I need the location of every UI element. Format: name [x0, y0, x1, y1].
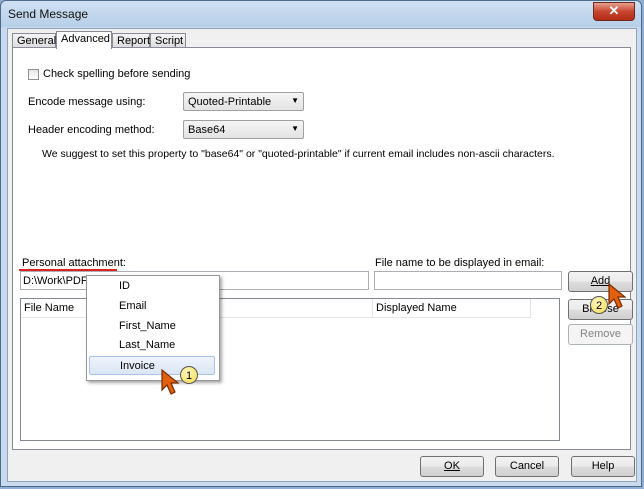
remove-button: Remove	[568, 324, 633, 345]
cursor-icon	[161, 368, 180, 395]
tab-advanced[interactable]: Advanced	[56, 31, 112, 49]
encode-select[interactable]: Quoted-Printable ▼	[183, 92, 304, 111]
attachment-label: Personal attachment:	[22, 257, 126, 269]
header-encoding-label: Header encoding method:	[28, 124, 155, 136]
close-button[interactable]: ✕	[593, 2, 635, 21]
close-icon: ✕	[608, 3, 620, 18]
step-badge-2: 2	[590, 296, 608, 314]
help-button-label: Help	[591, 460, 615, 472]
spellcheck-checkbox[interactable]	[28, 69, 39, 80]
window-title: Send Message	[8, 7, 89, 21]
cursor-icon	[608, 282, 627, 309]
chevron-down-icon: ▼	[291, 124, 299, 133]
dialog-client: General Advanced Report Script Check spe…	[7, 28, 637, 482]
ok-button-label: OK	[444, 460, 460, 472]
menu-item-id[interactable]: ID	[89, 277, 215, 296]
help-button[interactable]: Help	[571, 456, 635, 477]
display-name-label: File name to be displayed in email:	[375, 257, 545, 269]
menu-item-email[interactable]: Email	[89, 297, 215, 316]
header-encoding-select[interactable]: Base64 ▼	[183, 120, 304, 139]
tab-report[interactable]: Report	[112, 33, 150, 48]
ok-button[interactable]: OK	[420, 456, 484, 477]
tab-general[interactable]: General	[12, 33, 56, 48]
title-bar: Send Message ✕	[1, 1, 641, 27]
menu-item-last-name[interactable]: Last_Name	[89, 336, 215, 355]
cancel-button-label: Cancel	[509, 460, 545, 472]
spellcheck-label: Check spelling before sending	[43, 68, 191, 80]
remove-button-label: Remove	[580, 328, 621, 340]
encode-label: Encode message using:	[28, 96, 146, 108]
encoding-hint: We suggest to set this property to "base…	[42, 148, 555, 160]
step-badge-1: 1	[180, 366, 198, 384]
menu-item-first-name[interactable]: First_Name	[89, 317, 215, 336]
send-message-window: Send Message ✕ General Advanced Report S…	[0, 0, 642, 487]
chevron-down-icon: ▼	[291, 96, 299, 105]
header-encoding-value: Base64	[188, 124, 226, 136]
cancel-button[interactable]: Cancel	[495, 456, 559, 477]
column-displayed-name[interactable]: Displayed Name	[373, 299, 531, 317]
display-name-input[interactable]	[374, 271, 562, 290]
field-insert-menu: ID Email First_Name Last_Name Invoice	[86, 275, 220, 381]
encode-value: Quoted-Printable	[188, 96, 272, 108]
advanced-panel: Check spelling before sending Encode mes…	[12, 47, 633, 450]
tab-script[interactable]: Script	[150, 33, 186, 48]
attachment-path-value: D:\Work\PDF\	[23, 275, 91, 287]
